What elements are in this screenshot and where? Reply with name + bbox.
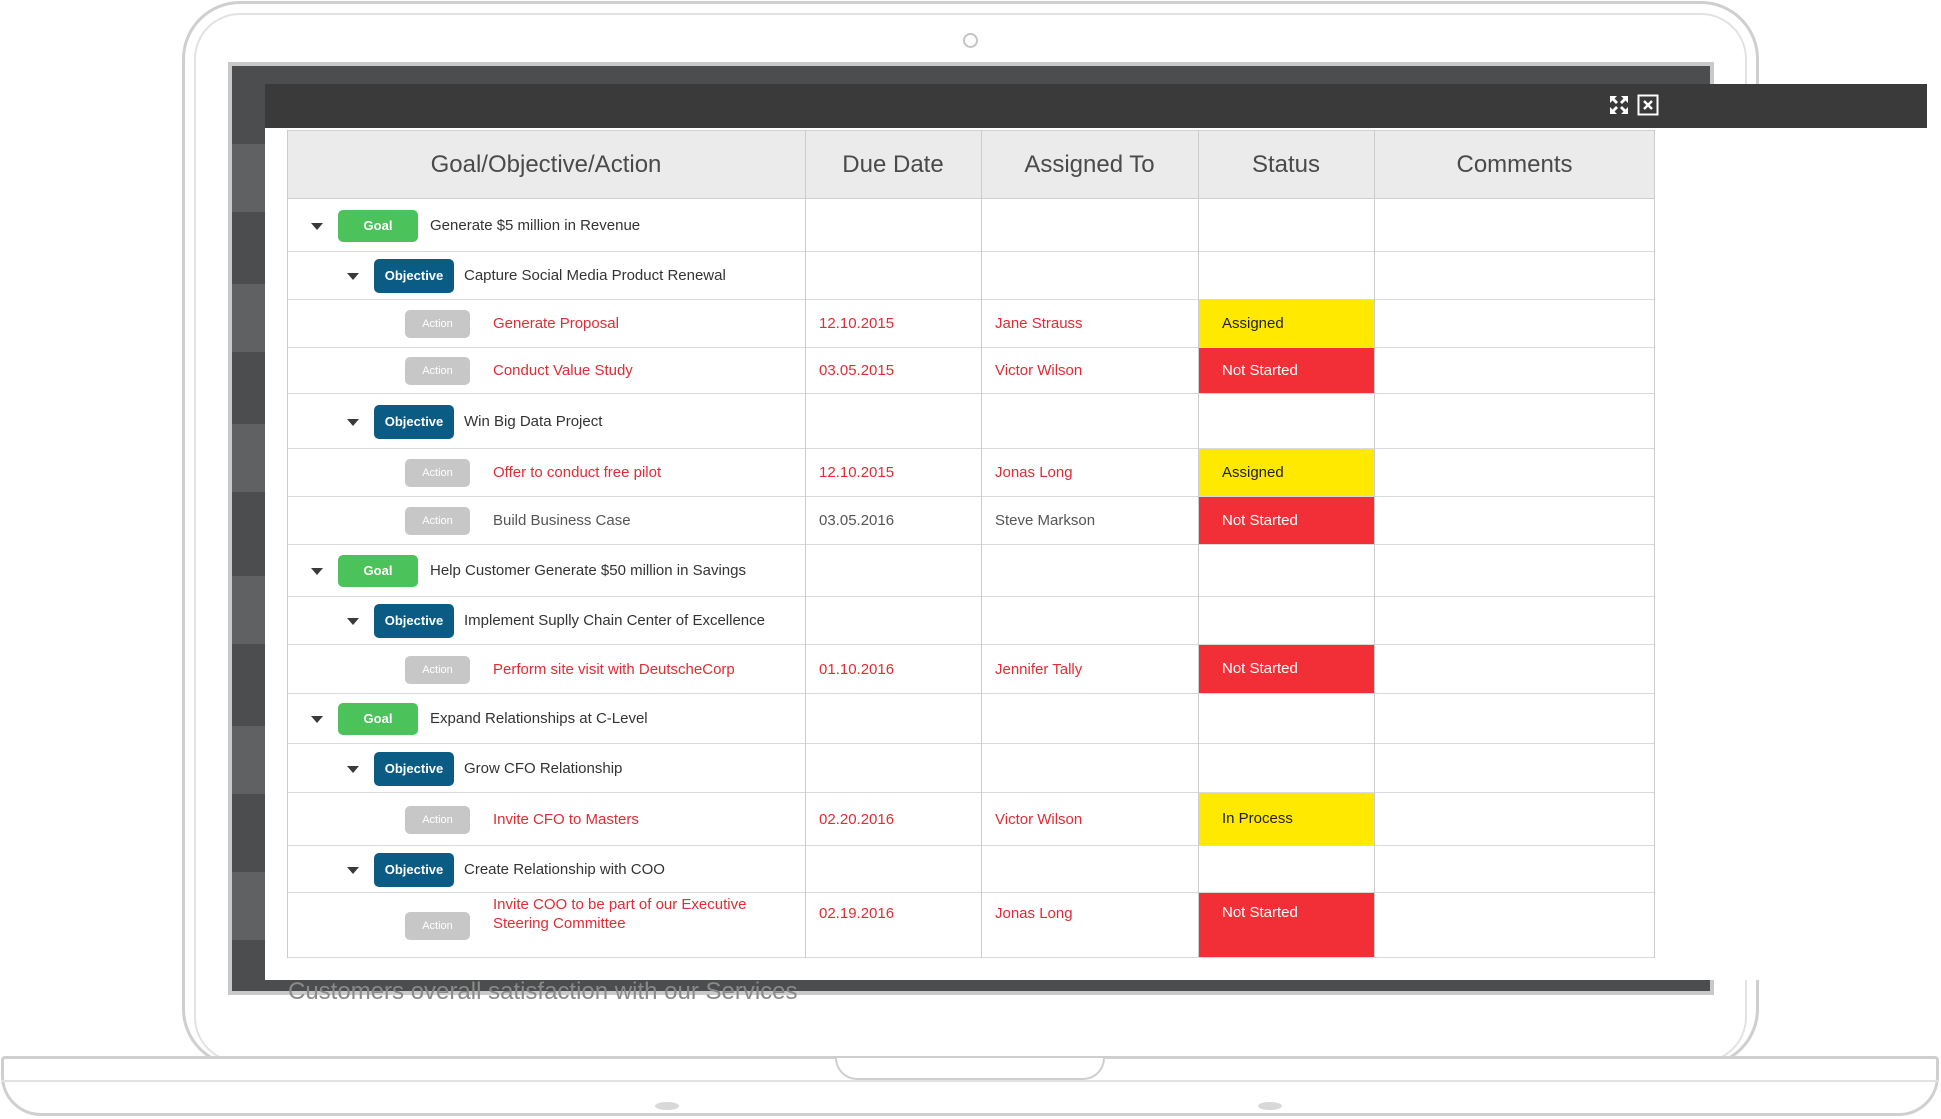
laptop-foot [655,1102,679,1110]
assignee-cell: Victor Wilson [995,362,1083,379]
goal-label[interactable]: Expand Relationships at C-Level [430,710,648,727]
due-date-cell: 03.05.2015 [819,362,895,379]
status-badge[interactable]: Not Started [1198,893,1374,957]
assignee-cell: Victor Wilson [995,810,1083,828]
chevron-down-icon[interactable] [311,568,323,575]
chevron-down-icon[interactable] [347,273,359,280]
column-divider [1198,130,1199,958]
chevron-down-icon[interactable] [311,222,323,230]
action-label[interactable]: Invite CFO to Masters [493,811,639,828]
assignee-cell: Jonas Long [995,904,1073,922]
close-icon[interactable] [1637,94,1659,116]
chevron-down-icon[interactable] [311,716,323,723]
assignee-cell: Jane Strauss [995,315,1083,332]
column-header-assigned-to[interactable]: Assigned To [981,131,1198,199]
goal-badge: Goal [338,555,418,587]
column-header-comments[interactable]: Comments [1374,131,1655,199]
due-date-cell: 12.10.2015 [819,464,895,481]
objective-badge: Objective [374,404,454,439]
objective-row[interactable]: Objective Create Relationship with COO [287,846,1655,893]
objective-label[interactable]: Capture Social Media Product Renewal [464,267,726,284]
objective-label[interactable]: Implement Suplly Chain Center of Excelle… [464,612,765,629]
goal-badge: Goal [338,703,418,735]
action-label-line: Steering Committee [493,914,626,932]
column-header-due-date[interactable]: Due Date [805,131,981,199]
laptop-foot [1258,1102,1282,1110]
action-row[interactable]: Action Offer to conduct free pilot 12.10.2… [287,449,1655,497]
expand-icon[interactable] [1608,94,1630,116]
camera-icon [963,33,978,48]
action-label[interactable]: Offer to conduct free pilot [493,464,661,481]
action-badge: Action [405,310,470,338]
action-row[interactable]: Action Generate Proposal 12.10.2015 Jane St… [287,300,1655,348]
objective-label[interactable]: Win Big Data Project [464,413,602,430]
objective-row[interactable]: Objective Win Big Data Project [287,394,1655,449]
column-header-goal[interactable]: Goal/Objective/Action [287,131,805,199]
action-row[interactable]: Action Perform site visit with DeutscheCo… [287,645,1655,694]
column-divider [805,130,806,958]
column-divider [1374,130,1375,958]
goal-label[interactable]: Help Customer Generate $50 million in Sa… [430,562,746,579]
chevron-down-icon[interactable] [347,765,359,773]
status-badge[interactable]: Not Started [1198,645,1374,693]
column-divider [981,130,982,958]
due-date-cell: 02.20.2016 [819,810,895,828]
action-badge: Action [405,357,470,385]
action-badge: Action [405,507,470,535]
action-label[interactable]: Conduct Value Study [493,362,633,379]
action-badge: Action [405,459,470,487]
goal-row[interactable]: Goal Generate $5 million in Revenue [287,199,1655,252]
objective-label[interactable]: Grow CFO Relationship [464,760,622,777]
chevron-down-icon[interactable] [347,418,359,426]
due-date-cell: 01.10.2016 [819,660,895,678]
action-label[interactable]: Invite COO to be part of our Executive St… [493,895,746,933]
objective-row[interactable]: Objective Capture Social Media Product Re… [287,252,1655,300]
action-row[interactable]: Action Invite CFO to Masters 02.20.2016 Vic… [287,793,1655,846]
due-date-cell: 03.05.2016 [819,512,895,529]
column-header-status[interactable]: Status [1198,131,1374,199]
laptop-notch [835,1058,1105,1080]
objective-row[interactable]: Objective Grow CFO Relationship [287,744,1655,793]
goal-label[interactable]: Generate $5 million in Revenue [430,217,640,234]
status-badge[interactable]: Not Started [1198,497,1374,544]
background-row-text: Customers overall satisfaction with our … [288,978,798,1005]
laptop-base-edge [1,1080,1939,1082]
due-date-cell: 12.10.2015 [819,315,895,332]
status-badge[interactable]: In Process [1198,793,1374,845]
due-date-cell: 02.19.2016 [819,904,895,922]
status-badge[interactable]: Assigned [1198,300,1374,347]
objective-badge: Objective [374,751,454,786]
objective-row[interactable]: Objective Implement Suplly Chain Center o… [287,597,1655,645]
action-badge: Action [405,805,470,834]
goal-row[interactable]: Goal Expand Relationships at C-Level [287,694,1655,744]
action-label[interactable]: Build Business Case [493,512,631,529]
chevron-down-icon[interactable] [347,618,359,625]
objective-badge: Objective [374,852,454,887]
objective-badge: Objective [374,604,454,638]
modal-title-bar [265,84,1927,128]
action-row[interactable]: Action Build Business Case 03.05.2016 Steve… [287,497,1655,545]
action-row[interactable]: Action Conduct Value Study 03.05.2015 Victo… [287,348,1655,394]
action-row[interactable]: Action Invite COO to be part of our Execu… [287,893,1655,958]
column-divider [287,130,288,958]
action-badge: Action [405,655,470,684]
action-label[interactable]: Perform site visit with DeutscheCorp [493,661,735,678]
column-divider [1654,130,1655,958]
objective-badge: Objective [374,259,454,293]
table-header: Goal/Objective/Action Due Date Assigned … [287,130,1655,199]
assignee-cell: Jonas Long [995,464,1073,481]
action-label-line: Invite COO to be part of our Executive [493,895,747,913]
action-badge: Action [405,911,470,940]
status-badge[interactable]: Not Started [1198,348,1374,393]
objective-label[interactable]: Create Relationship with COO [464,861,665,878]
status-badge[interactable]: Assigned [1198,449,1374,496]
goal-row[interactable]: Goal Help Customer Generate $50 million i… [287,545,1655,597]
action-label[interactable]: Generate Proposal [493,315,619,332]
chevron-down-icon[interactable] [347,866,359,874]
goal-badge: Goal [338,209,418,242]
assignee-cell: Steve Markson [995,512,1096,529]
assignee-cell: Jennifer Tally [995,660,1083,678]
